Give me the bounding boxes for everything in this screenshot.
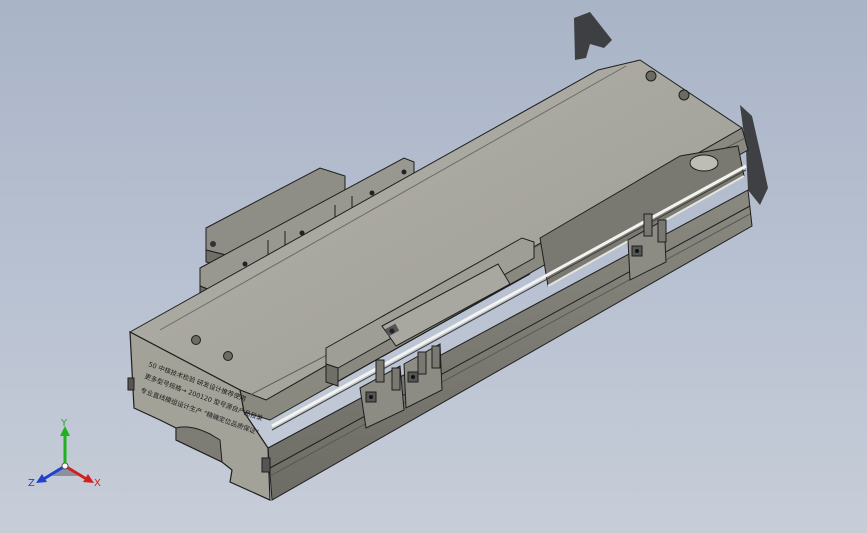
- orientation-triad[interactable]: Y X Z: [22, 418, 108, 496]
- cad-3d-viewport[interactable]: 50 中核技术检验 研发设计推荐使用 更多型号规格→ 200120 型号源自产品…: [0, 0, 867, 533]
- linear-module-model[interactable]: 50 中核技术检验 研发设计推荐使用 更多型号规格→ 200120 型号源自产品…: [0, 0, 867, 533]
- y-axis-label: Y: [60, 418, 68, 429]
- x-axis-label: X: [94, 478, 101, 489]
- z-axis-label: Z: [28, 478, 35, 489]
